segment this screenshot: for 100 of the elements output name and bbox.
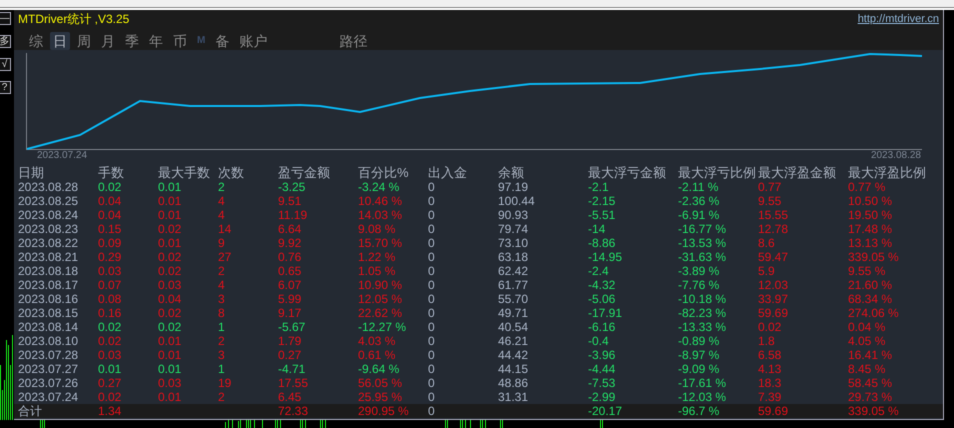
table-cell-text: 79.74 [498,222,530,236]
table-cell-text: 9.08 % [358,222,396,236]
table-cell-text: -13.33 % [678,320,728,334]
table-cell-text: 2 [218,264,226,278]
table-cell-text: 1.22 % [358,250,396,264]
table-cell-text: 31.31 [498,390,530,404]
table-cell-text: 339.05 % [848,404,900,418]
table-cell-text: -0.4 [588,334,610,348]
table-cell-text: 0 [428,180,436,194]
url-link[interactable]: http://mtdriver.cn [858,12,939,26]
table-cell-text: 0.01 [98,362,122,376]
table-cell-text: 0 [428,264,436,278]
table-cell-text: -6.16 [588,320,616,334]
table-cell-text: 0.03 [158,278,182,292]
table-cell-text: 12.03 [758,278,790,292]
table-cell-text: 0 [428,222,436,236]
tab[interactable]: 季 [122,32,142,50]
table-cell-text: 0.02 [98,334,122,348]
table-cell-text: 9.51 [278,194,302,208]
column-header: 百分比% [358,166,410,180]
table-cell-text: 0.77 % [848,180,886,194]
table-cell-text: 0 [428,320,436,334]
table-cell-text: 0 [428,348,436,362]
table-cell-text: 25.95 % [358,390,404,404]
tab[interactable]: 月 [98,32,118,50]
table-cell-text: 73.10 [498,236,530,250]
table-cell-text: 0.03 [98,264,122,278]
table-cell-text: 8.45 % [848,362,886,376]
table-cell-text: -20.17 [588,404,624,418]
table-cell-text: 61.77 [498,278,530,292]
table-cell-text: -2.15 [588,194,616,208]
table-cell-text: -2.11 % [678,180,720,194]
table-cell-text: 1.34 [98,404,122,418]
table-cell-text: 63.18 [498,250,530,264]
tab[interactable]: 账户 [236,32,270,50]
table-cell-text: 274.06 % [848,306,900,320]
table-cell-text: 0.01 [158,180,182,194]
table-cell-text: -14.95 [588,250,624,264]
table-cell-text: 0.01 [158,348,182,362]
tab[interactable]: 日 [50,32,70,50]
table-cell-text: 0 [428,278,436,292]
table-cell-text: -3.96 [588,348,616,362]
table-cell-text: -14 [588,222,606,236]
table-cell-text: 6.58 [758,348,782,362]
table-cell-text: 2023.08.22 [18,236,80,250]
side-button[interactable]: √ [0,58,11,71]
table-cell-text: 21.60 % [848,278,894,292]
table-cell-text: -2.1 [588,180,610,194]
table-cell-text: -3.89 % [678,264,720,278]
table-cell-text: 10.46 % [358,194,404,208]
table-cell-text: 0.61 % [358,348,396,362]
table-cell-text: 339.05 % [848,250,900,264]
tab[interactable]: 备 [212,32,232,50]
table-cell-text: 0.77 [758,180,782,194]
table-cell-text: 0.01 [158,390,182,404]
table-cell-text: -3.24 % [358,180,400,194]
table-cell-text: -17.61 % [678,376,728,390]
path-button[interactable]: 路径 [336,32,370,50]
table-cell-text: 56.05 % [358,376,404,390]
table-cell-text: 2 [218,390,226,404]
table-cell-text: 4.03 % [358,334,396,348]
table-cell-text: -10.18 % [678,292,728,306]
tab[interactable]: 币 [170,32,190,50]
table-cell-text: 59.69 [758,404,790,418]
side-button[interactable]: ? [0,81,11,94]
table-cell-text: 0.03 [98,348,122,362]
table-cell-text: 44.42 [498,348,530,362]
table-cell-text: 290.95 % [358,404,410,418]
table-cell-text: -8.86 [588,236,616,250]
table-cell-text: 0.76 [278,250,302,264]
table-cell-text: 0 [428,306,436,320]
tab[interactable]: 年 [146,32,166,50]
table-cell-text: 44.15 [498,362,530,376]
table-cell-text: 59.47 [758,250,790,264]
table-cell-text: 4 [218,194,226,208]
side-button[interactable]: 多 [0,35,11,48]
table-cell-text: -4.71 [278,362,306,376]
table-cell-text: 68.34 % [848,292,894,306]
table-cell-text: 58.45 % [848,376,894,390]
column-header: 最大手数 [158,166,211,180]
table-cell-text: -8.97 % [678,348,720,362]
table-cell-text: -2.36 % [678,194,720,208]
axis-label: 2023.08.28 [870,150,921,163]
table-cell-text: 0 [428,236,436,250]
table-cell-text: 0.01 [158,208,182,222]
table-cell-text: 100.44 [498,194,536,208]
table-cell-text: 1 [218,362,226,376]
table-cell-text: 0.15 [98,222,122,236]
tab[interactable]: 综 [26,32,46,50]
column-header: 次数 [218,166,245,180]
column-header: 手数 [98,166,125,180]
table-cell-text: 2023.08.10 [18,334,80,348]
table-cell-text: 2023.08.28 [18,180,80,194]
table-cell-text: 18.3 [758,376,782,390]
tab[interactable]: 周 [74,32,94,50]
table-cell-text: 0.01 [158,194,182,208]
table-cell-text: 11.19 [278,208,308,222]
table-cell-text: 0.65 [278,264,302,278]
table-cell-text: 59.69 [758,306,790,320]
table-cell-text: 0.02 [158,264,182,278]
